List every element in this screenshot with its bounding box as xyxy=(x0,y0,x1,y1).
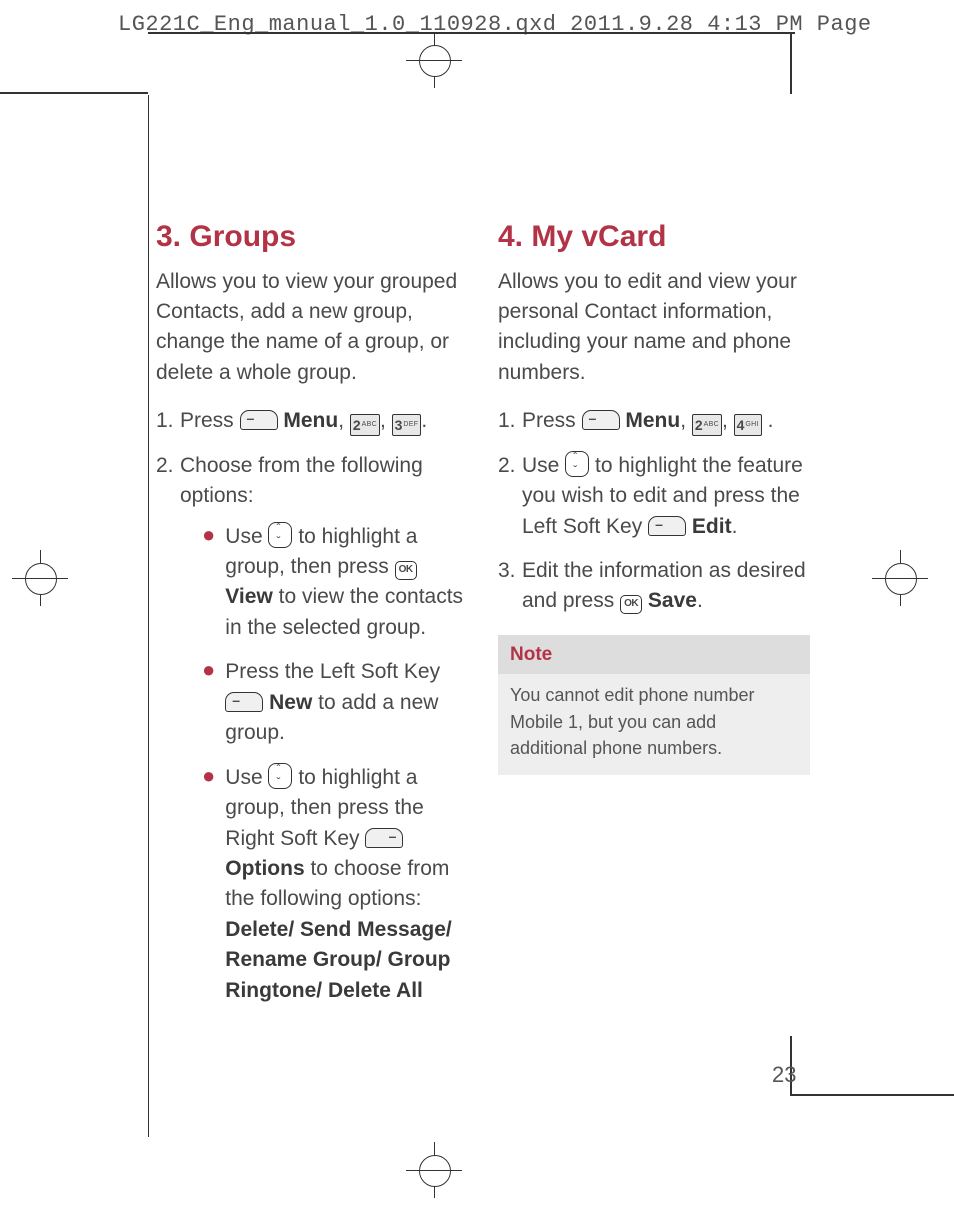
note-heading: Note xyxy=(498,635,810,675)
text: Press xyxy=(522,409,582,432)
left-soft-key-icon xyxy=(225,692,263,712)
text: Use xyxy=(225,525,268,548)
view-label: View xyxy=(225,585,272,608)
right-soft-key-icon xyxy=(365,828,403,848)
ok-key-icon: OK xyxy=(620,595,642,614)
text: , xyxy=(380,409,392,432)
bullet-item: ● Use to highlight a group, then press t… xyxy=(180,763,468,1007)
nav-key-icon xyxy=(268,763,292,789)
text: , xyxy=(680,409,692,432)
new-label: New xyxy=(269,691,312,714)
groups-step-1: 1. Press Menu, 2ABC, 3DEF. xyxy=(156,406,468,436)
step-number: 2. xyxy=(156,451,180,1020)
registration-mark-right xyxy=(878,556,922,600)
bullet-body: Press the Left Soft Key New to add a new… xyxy=(225,657,468,748)
vcard-step-3: 3. Edit the information as desired and p… xyxy=(498,556,810,617)
step-number: 1. xyxy=(498,406,522,436)
text: Choose from the following options: xyxy=(180,454,423,507)
column-right: 4. My vCard Allows you to edit and view … xyxy=(498,215,810,1034)
heading-groups: 3. Groups xyxy=(156,215,468,259)
groups-step-2: 2. Choose from the following options: ● … xyxy=(156,451,468,1020)
key-2-icon: 2ABC xyxy=(350,414,380,436)
crop-line-left xyxy=(148,95,149,1137)
menu-label: Menu xyxy=(625,409,680,432)
step-body: Edit the information as desired and pres… xyxy=(522,556,810,617)
step-body: Press Menu, 2ABC, 3DEF. xyxy=(180,406,468,436)
bullet-item: ● Press the Left Soft Key New to add a n… xyxy=(180,657,468,748)
ok-key-icon: OK xyxy=(395,561,417,580)
nav-key-icon xyxy=(565,451,589,477)
text: Press the Left Soft Key xyxy=(225,660,440,683)
page-number: 23 xyxy=(772,1062,796,1088)
crop-line-tr xyxy=(790,32,792,94)
column-left: 3. Groups Allows you to view your groupe… xyxy=(156,215,468,1034)
bullet-dot-icon: ● xyxy=(202,522,215,644)
menu-label: Menu xyxy=(283,409,338,432)
options-label: Options xyxy=(225,857,304,880)
bullet-body: Use to highlight a group, then press OK … xyxy=(225,522,468,644)
crop-line-br-h xyxy=(790,1094,954,1096)
bullet-list: ● Use to highlight a group, then press O… xyxy=(180,522,468,1007)
step-body: Choose from the following options: ● Use… xyxy=(180,451,468,1020)
text: , xyxy=(722,409,734,432)
bullet-body: Use to highlight a group, then press the… xyxy=(225,763,468,1007)
registration-mark-top xyxy=(412,38,456,82)
vcard-step-1: 1. Press Menu, 2ABC, 4GHI . xyxy=(498,406,810,436)
crop-line-top xyxy=(148,32,795,34)
step-body: Press Menu, 2ABC, 4GHI . xyxy=(522,406,810,436)
bullet-dot-icon: ● xyxy=(202,657,215,748)
text: . xyxy=(697,589,703,612)
note-box: Note You cannot edit phone number Mobile… xyxy=(498,635,810,775)
text: Use xyxy=(225,766,268,789)
bullet-item: ● Use to highlight a group, then press O… xyxy=(180,522,468,644)
note-body: You cannot edit phone number Mobile 1, b… xyxy=(498,674,810,774)
intro-groups: Allows you to view your grouped Contacts… xyxy=(156,267,468,389)
intro-vcard: Allows you to edit and view your persona… xyxy=(498,267,810,389)
bullet-dot-icon: ● xyxy=(202,763,215,1007)
content-columns: 3. Groups Allows you to view your groupe… xyxy=(156,215,816,1034)
vcard-step-2: 2. Use to highlight the feature you wish… xyxy=(498,451,810,542)
heading-vcard: 4. My vCard xyxy=(498,215,810,259)
key-3-icon: 3DEF xyxy=(392,414,422,436)
options-list: Delete/ Send Message/ Rename Group/ Grou… xyxy=(225,918,451,1002)
text: . xyxy=(762,409,774,432)
text: Use xyxy=(522,454,565,477)
edit-label: Edit xyxy=(692,515,732,538)
text: Press xyxy=(180,409,240,432)
crop-tick-left-top xyxy=(0,92,148,94)
left-soft-key-icon xyxy=(648,516,686,536)
nav-key-icon xyxy=(268,522,292,548)
registration-mark-left xyxy=(18,556,62,600)
step-body: Use to highlight the feature you wish to… xyxy=(522,451,810,542)
step-number: 2. xyxy=(498,451,522,542)
key-2-icon: 2ABC xyxy=(692,414,722,436)
step-number: 3. xyxy=(498,556,522,617)
text: . xyxy=(421,409,427,432)
key-4-icon: 4GHI xyxy=(734,414,762,436)
text: , xyxy=(338,409,350,432)
text: . xyxy=(732,515,738,538)
save-label: Save xyxy=(648,589,697,612)
left-soft-key-icon xyxy=(240,410,278,430)
step-number: 1. xyxy=(156,406,180,436)
left-soft-key-icon xyxy=(582,410,620,430)
registration-mark-bottom xyxy=(412,1148,456,1192)
